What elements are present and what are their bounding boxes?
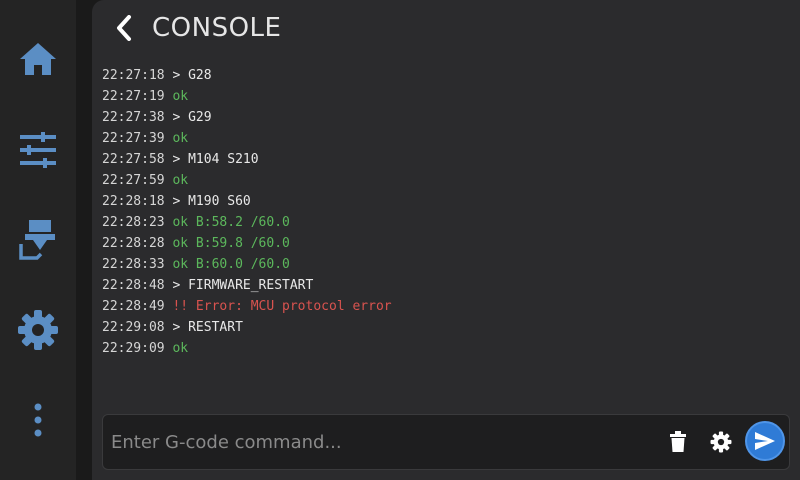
console-message: > M104 S210 [172,152,259,167]
nav-extrude[interactable] [0,208,76,272]
console-settings-button[interactable] [706,427,736,457]
console-line: 22:27:19 ok [102,86,782,107]
console-line: 22:29:09 ok [102,338,782,359]
console-timestamp: 22:27:58 [102,152,165,167]
console-timestamp: 22:27:18 [102,68,165,83]
extruder-icon [19,220,55,260]
nav-settings[interactable] [0,298,76,362]
console-line: 22:28:23 ok B:58.2 /60.0 [102,212,782,233]
gcode-input[interactable] [103,415,643,469]
console-message: ok B:58.2 /60.0 [172,215,290,230]
console-line: 22:28:33 ok B:60.0 /60.0 [102,254,782,275]
console-timestamp: 22:27:59 [102,173,165,188]
console-message: ok [172,173,189,188]
chevron-left-icon [117,15,131,41]
console-message: ok B:59.8 /60.0 [172,236,290,251]
command-bar [102,414,790,470]
console-line: 22:28:28 ok B:59.8 /60.0 [102,233,782,254]
console-panel: CONSOLE 22:27:18 > G28 22:27:19 ok 22:27:3… [92,0,800,480]
console-line: 22:27:38 > G29 [102,107,782,128]
console-message: > M190 S60 [172,194,251,209]
console-message: ok [172,131,189,146]
console-log[interactable]: 22:27:18 > G28 22:27:19 ok 22:27:38 > G29 2… [102,65,782,359]
console-message: > G28 [172,68,212,83]
console-line: 22:27:18 > G28 [102,65,782,86]
nav-home[interactable] [0,27,76,91]
more-vertical-icon [34,403,42,437]
console-line: 22:28:18 > M190 S60 [102,191,782,212]
console-timestamp: 22:28:33 [102,257,165,272]
console-timestamp: 22:27:39 [102,131,165,146]
console-line: 22:28:48 > FIRMWARE_RESTART [102,275,782,296]
console-message: ok B:60.0 /60.0 [172,257,290,272]
console-line: 22:28:49 !! Error: MCU protocol error [102,296,782,317]
console-message: !! Error: MCU protocol error [172,299,392,314]
gear-icon [18,310,58,350]
console-line: 22:29:08 > RESTART [102,317,782,338]
trash-icon [670,431,686,452]
sidebar [0,0,76,480]
console-line: 22:27:39 ok [102,128,782,149]
console-timestamp: 22:28:49 [102,299,165,314]
console-message: > G29 [172,110,212,125]
send-icon [755,432,775,450]
header: CONSOLE [92,0,800,56]
console-line: 22:27:58 > M104 S210 [102,149,782,170]
back-button[interactable] [108,12,140,44]
console-message: ok [172,89,189,104]
console-timestamp: 22:29:08 [102,320,165,335]
nav-more[interactable] [0,388,76,452]
console-line: 22:27:59 ok [102,170,782,191]
console-timestamp: 22:28:48 [102,278,165,293]
console-message: > RESTART [172,320,243,335]
sliders-icon [20,132,56,168]
console-message: > FIRMWARE_RESTART [172,278,314,293]
console-timestamp: 22:28:28 [102,236,165,251]
page-title: CONSOLE [152,13,282,43]
clear-button[interactable] [663,427,693,457]
console-timestamp: 22:29:09 [102,341,165,356]
gear-icon [710,431,732,453]
send-button[interactable] [745,421,785,461]
console-timestamp: 22:28:18 [102,194,165,209]
console-timestamp: 22:27:38 [102,110,165,125]
nav-tune[interactable] [0,118,76,182]
console-timestamp: 22:27:19 [102,89,165,104]
console-timestamp: 22:28:23 [102,215,165,230]
home-icon [20,43,56,75]
console-message: ok [172,341,189,356]
